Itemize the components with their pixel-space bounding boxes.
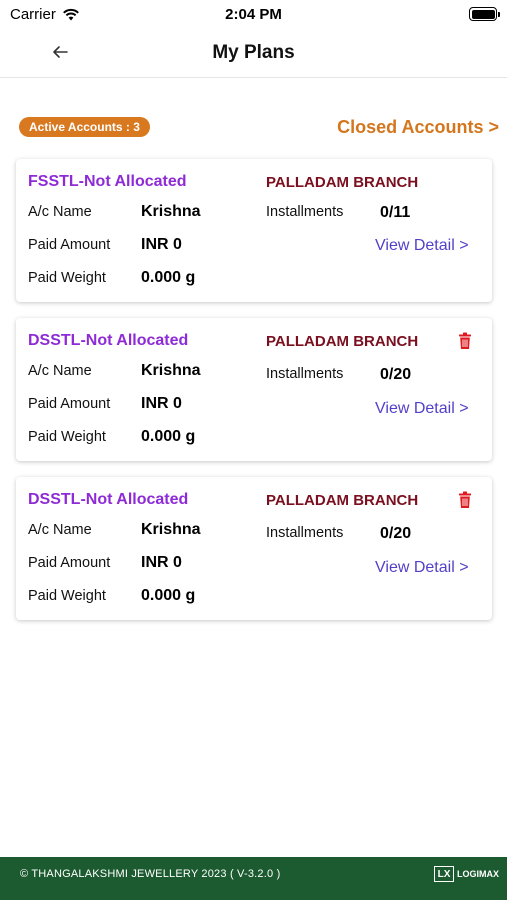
ac-name-label: A/c Name [28, 522, 92, 538]
trash-icon[interactable] [458, 491, 472, 509]
plan-title: FSSTL-Not Allocated [28, 173, 187, 190]
ac-name-label: A/c Name [28, 204, 92, 220]
paid-weight-label: Paid Weight [28, 270, 106, 286]
installments-label: Installments [266, 204, 344, 220]
logo-mark: LX [434, 866, 454, 882]
trash-icon[interactable] [458, 332, 472, 350]
branch-name: PALLADAM BRANCH [266, 492, 419, 509]
paid-amount-label: Paid Amount [28, 555, 111, 571]
status-bar: Carrier 2:04 PM [0, 0, 507, 28]
plan-card[interactable]: DSSTL-Not Allocated PALLADAM BRANCH A/c … [16, 477, 492, 620]
installments-value: 0/11 [380, 204, 411, 221]
battery-icon [469, 7, 500, 21]
plan-title: DSSTL-Not Allocated [28, 332, 189, 349]
logo-text: LOGIMAX [457, 869, 499, 879]
ac-name-value: Krishna [141, 362, 201, 379]
plan-title: DSSTL-Not Allocated [28, 491, 189, 508]
ac-name-label: A/c Name [28, 363, 92, 379]
active-accounts-badge: Active Accounts : 3 [19, 117, 150, 137]
view-detail-link[interactable]: View Detail > [375, 559, 469, 577]
branch-name: PALLADAM BRANCH [266, 333, 419, 350]
installments-value: 0/20 [380, 366, 412, 383]
paid-weight-label: Paid Weight [28, 429, 106, 445]
installments-label: Installments [266, 525, 344, 541]
paid-amount-label: Paid Amount [28, 237, 111, 253]
branch-name: PALLADAM BRANCH [266, 174, 419, 191]
installments-label: Installments [266, 366, 344, 382]
paid-amount-value: INR 0 [141, 554, 182, 571]
ac-name-value: Krishna [141, 521, 201, 538]
view-detail-link[interactable]: View Detail > [375, 400, 469, 418]
paid-amount-value: INR 0 [141, 236, 182, 253]
page-title: My Plans [212, 42, 295, 63]
paid-weight-value: 0.000 g [141, 428, 196, 445]
copyright-text: © THANGALAKSHMI JEWELLERY 2023 ( V-3.2.0… [20, 868, 281, 880]
paid-weight-value: 0.000 g [141, 587, 196, 604]
installments-value: 0/20 [380, 525, 412, 542]
footer: © THANGALAKSHMI JEWELLERY 2023 ( V-3.2.0… [0, 857, 507, 900]
closed-accounts-link[interactable]: Closed Accounts > [337, 117, 499, 138]
paid-weight-value: 0.000 g [141, 269, 196, 286]
logimax-logo: LX LOGIMAX [434, 866, 499, 882]
plan-card[interactable]: DSSTL-Not Allocated PALLADAM BRANCH A/c … [16, 318, 492, 461]
plan-card[interactable]: FSSTL-Not Allocated PALLADAM BRANCH A/c … [16, 159, 492, 302]
paid-amount-label: Paid Amount [28, 396, 111, 412]
view-detail-link[interactable]: View Detail > [375, 237, 469, 255]
paid-weight-label: Paid Weight [28, 588, 106, 604]
nav-bar: My Plans [0, 28, 507, 78]
ac-name-value: Krishna [141, 203, 201, 220]
status-time: 2:04 PM [225, 6, 282, 23]
paid-amount-value: INR 0 [141, 395, 182, 412]
